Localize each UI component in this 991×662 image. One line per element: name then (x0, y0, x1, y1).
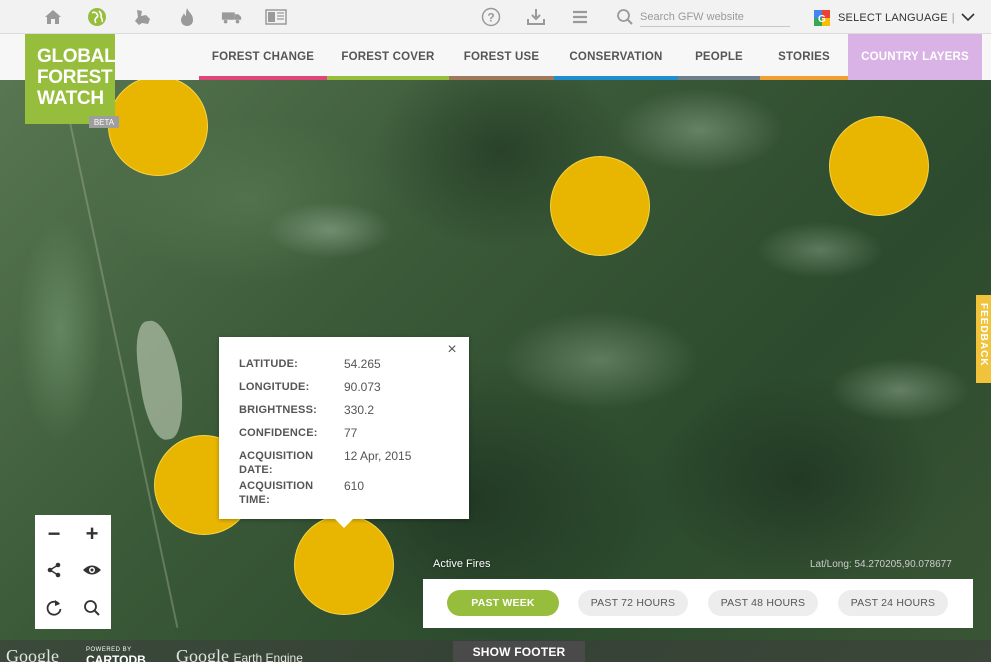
cartodb-logo: CARTODB (86, 653, 146, 662)
reset-button[interactable] (35, 591, 73, 629)
feedback-label: FEEDBACK (978, 303, 989, 367)
globe-icon[interactable] (86, 6, 108, 28)
nav-forest-change[interactable]: FOREST CHANGE (199, 34, 327, 80)
plus-icon: + (85, 521, 99, 546)
top-toolbar: ? G SELECT LANGUAGE | (0, 0, 991, 34)
search-input[interactable] (640, 7, 790, 27)
fire-marker[interactable] (829, 116, 929, 216)
main-nav: FOREST CHANGE FOREST COVER FOREST USE CO… (0, 34, 991, 80)
nav-label: PEOPLE (695, 51, 743, 63)
feedback-tab[interactable]: FEEDBACK (976, 295, 991, 383)
nav-label: COUNTRY LAYERS (861, 51, 969, 63)
popup-label: BRIGHTNESS: (239, 404, 317, 416)
nav-people[interactable]: PEOPLE (678, 34, 760, 80)
google-earth-engine-text: Google (176, 646, 229, 662)
search-icon (83, 599, 101, 622)
logo-line: FOREST (37, 67, 113, 88)
popup-label: CONFIDENCE: (239, 427, 318, 439)
share-icon (46, 562, 62, 583)
popup-value: 330.2 (344, 403, 375, 417)
logo-line: GLOBAL (37, 46, 116, 67)
share-button[interactable] (35, 553, 73, 591)
popup-value: 12 Apr, 2015 (344, 449, 412, 463)
nav-forest-cover[interactable]: FOREST COVER (327, 34, 449, 80)
toggle-view-button[interactable] (73, 553, 111, 591)
nav-conservation[interactable]: CONSERVATION (554, 34, 678, 80)
map-controls: − + (35, 515, 111, 629)
zoom-out-button[interactable]: − (35, 515, 73, 553)
nav-underline (678, 76, 760, 80)
search-box (616, 7, 792, 27)
past-24-hours-button[interactable]: PAST 24 HOURS (838, 590, 948, 616)
nav-country-layers[interactable]: COUNTRY LAYERS (848, 34, 982, 80)
latlong-readout: Lat/Long: 54.270205,90.078677 (810, 559, 952, 570)
timeline-panel: PAST WEEK PAST 72 HOURS PAST 48 HOURS PA… (423, 579, 973, 628)
stories-icon[interactable] (265, 6, 287, 28)
download-icon[interactable] (525, 6, 547, 28)
svg-text:?: ? (487, 11, 494, 25)
fire-marker[interactable] (550, 156, 650, 256)
close-icon[interactable]: × (445, 342, 459, 358)
popup-label: ACQUISITION DATE: (239, 450, 314, 476)
nav-label: FOREST CHANGE (211, 51, 315, 63)
nav-label: STORIES (778, 51, 830, 63)
countries-icon[interactable] (132, 6, 154, 28)
popup-value: 54.265 (344, 357, 381, 371)
refresh-icon (45, 599, 63, 622)
nav-underline (327, 76, 449, 80)
nav-label: FOREST COVER (341, 51, 435, 63)
minus-icon: − (47, 521, 61, 546)
search-icon[interactable] (616, 8, 634, 31)
google-logo: Google (6, 646, 59, 662)
popup-label: LONGITUDE: (239, 381, 310, 393)
past-week-button[interactable]: PAST WEEK (447, 590, 559, 616)
nav-underline (199, 76, 327, 80)
past-48-hours-button[interactable]: PAST 48 HOURS (708, 590, 818, 616)
popup-label: LATITUDE: (239, 358, 299, 370)
popup-value: 610 (344, 479, 365, 493)
nav-label: FOREST USE (463, 51, 540, 63)
language-label: SELECT LANGUAGE (838, 12, 948, 24)
google-earth-engine-logo: Google Earth Engine (176, 646, 303, 662)
map-clearing (131, 317, 189, 443)
nav-forest-use[interactable]: FOREST USE (449, 34, 554, 80)
earth-engine-text: Earth Engine (233, 651, 303, 662)
google-translate-icon: G (814, 10, 830, 26)
help-icon[interactable]: ? (480, 6, 502, 28)
fire-icon[interactable] (176, 6, 198, 28)
nav-underline (760, 76, 848, 80)
logo-line: WATCH (37, 88, 104, 109)
gfw-logo[interactable]: GLOBAL FOREST WATCH (25, 34, 116, 124)
map-search-button[interactable] (73, 591, 111, 629)
show-footer-button[interactable]: SHOW FOOTER (453, 641, 585, 662)
beta-badge: BETA (89, 116, 119, 128)
zoom-in-button[interactable]: + (73, 515, 111, 553)
nav-underline (449, 76, 554, 80)
popup-value: 90.073 (344, 380, 381, 394)
svg-text:G: G (818, 14, 826, 25)
fire-info-popup: × LATITUDE: 54.265 LONGITUDE: 90.073 BRI… (219, 337, 469, 528)
language-separator: | (951, 12, 955, 24)
popup-label: ACQUISITION TIME: (239, 480, 314, 506)
home-icon[interactable] (42, 6, 64, 28)
eye-icon (82, 563, 102, 582)
menu-icon[interactable] (569, 6, 591, 28)
nav-label: CONSERVATION (569, 51, 663, 63)
fire-marker[interactable] (108, 76, 208, 176)
truck-icon[interactable] (221, 6, 243, 28)
past-72-hours-button[interactable]: PAST 72 HOURS (578, 590, 688, 616)
nav-stories[interactable]: STORIES (760, 34, 848, 80)
layer-label: Active Fires (433, 558, 491, 570)
chevron-down-icon (961, 12, 975, 25)
fire-marker-selected[interactable] (294, 515, 394, 615)
popup-value: 77 (344, 426, 358, 440)
language-selector[interactable]: G SELECT LANGUAGE | (814, 9, 975, 27)
nav-underline (554, 76, 678, 80)
